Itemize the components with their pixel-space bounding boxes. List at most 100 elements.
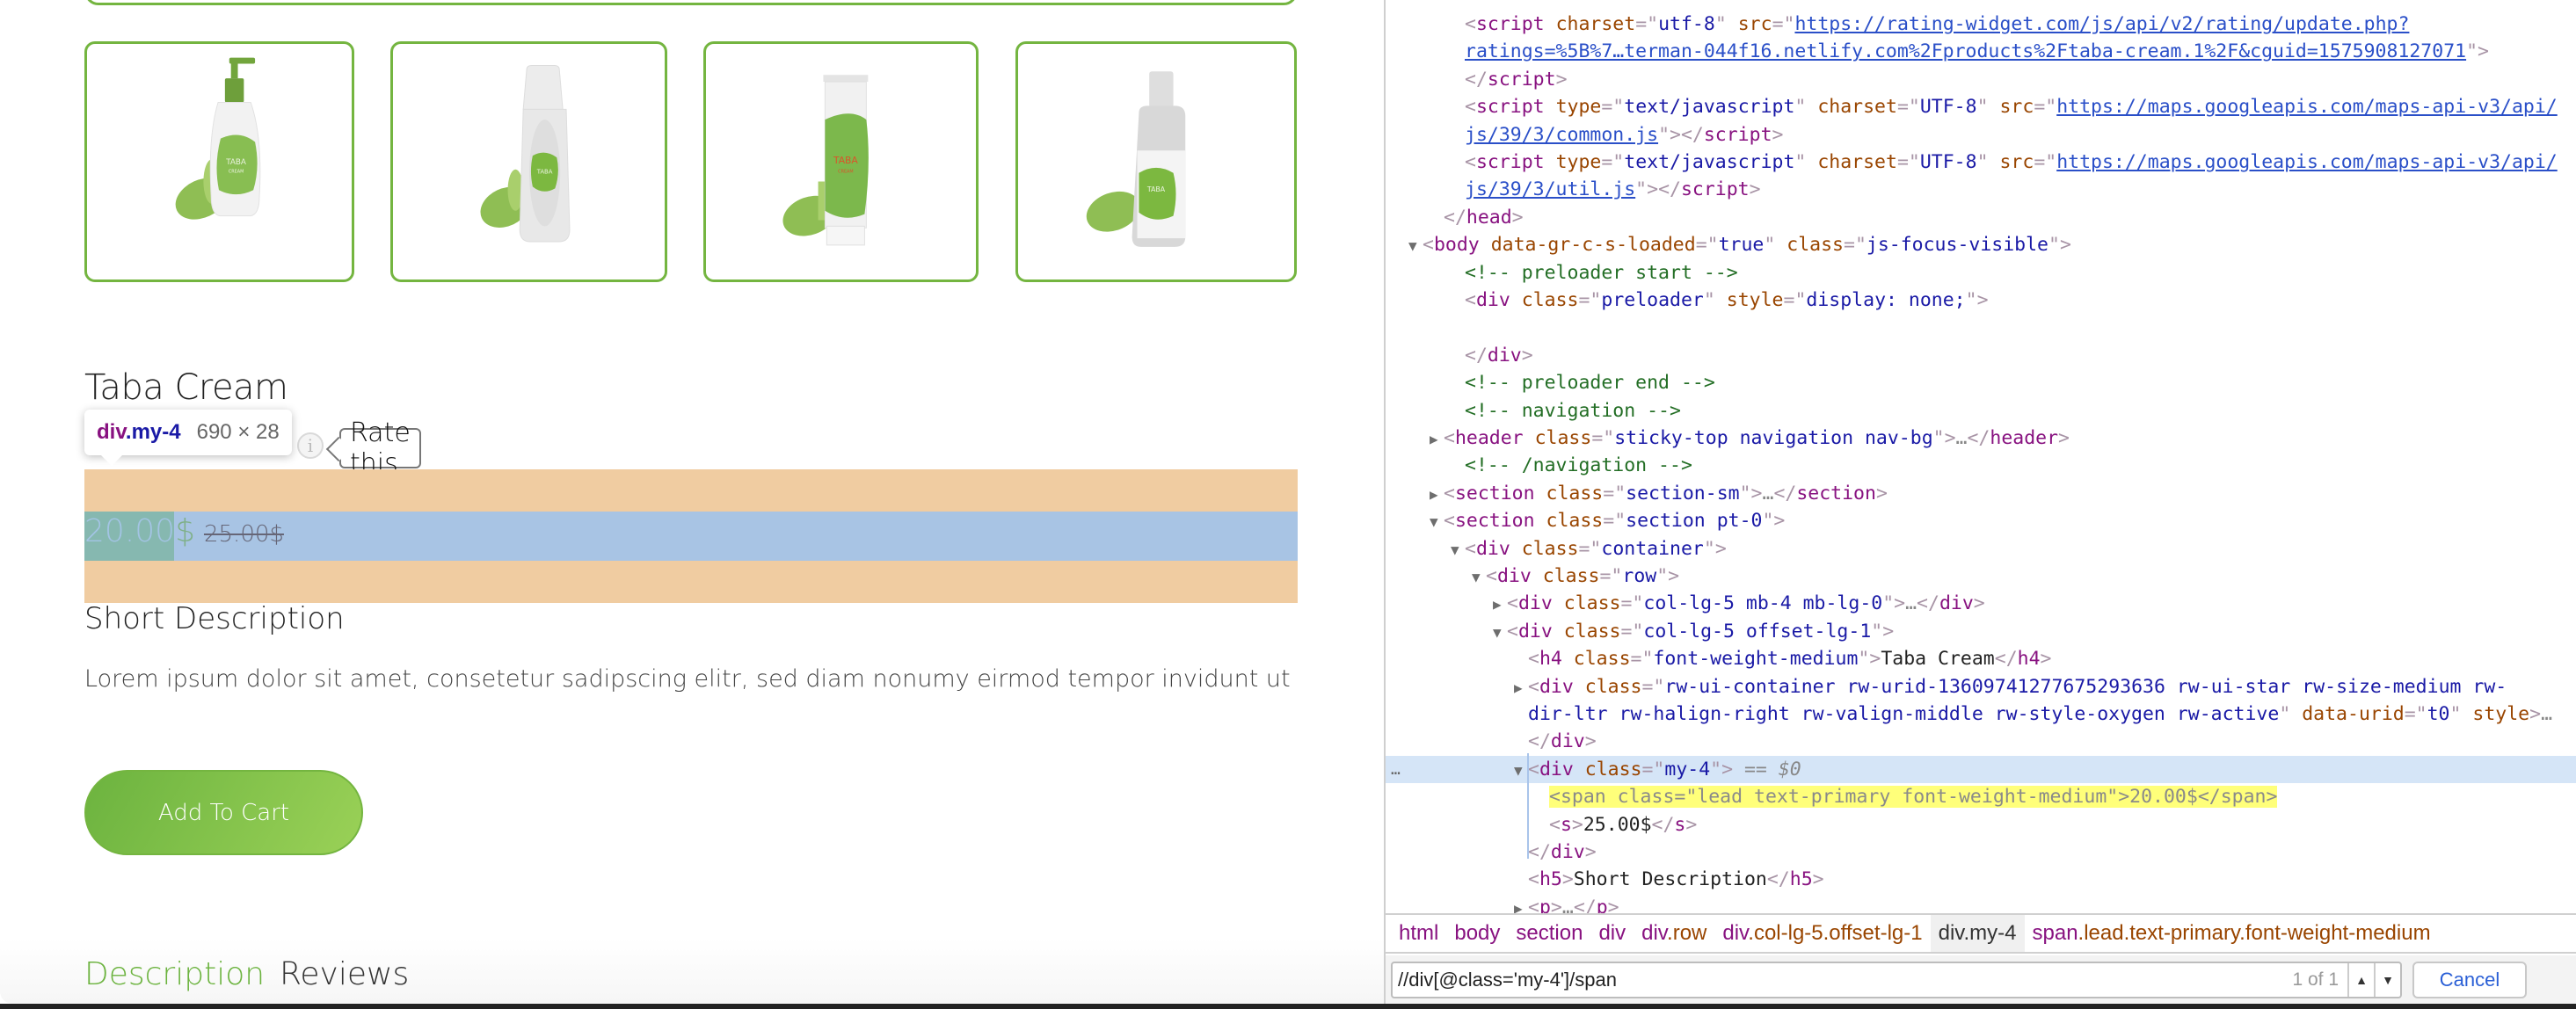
dom-node-line[interactable]: <h5>Short Description</h5> xyxy=(1386,866,2576,893)
dom-link[interactable]: https://maps.googleapis.com/maps-api-v3/… xyxy=(2056,151,2558,173)
dom-node-line[interactable]: <!-- navigation --> xyxy=(1386,397,2576,425)
dom-link[interactable]: js/39/3/util.js xyxy=(1465,178,1635,200)
dom-token: =" xyxy=(1601,96,1625,119)
dom-node-line[interactable]: ▼ <div class="col-lg-5 offset-lg-1"> xyxy=(1386,618,2576,645)
expand-triangle-closed-icon[interactable]: ▶ xyxy=(1493,591,1507,617)
dom-node-line[interactable]: ▼ <body data-gr-c-s-loaded="true" class="… xyxy=(1386,231,2576,258)
dom-token xyxy=(1545,151,1556,173)
xpath-search-input[interactable] xyxy=(1393,962,2293,997)
breadcrumb-item[interactable]: section xyxy=(1508,915,1590,952)
breadcrumb-item[interactable]: div xyxy=(1590,915,1634,952)
expand-triangle-closed-icon[interactable]: ▶ xyxy=(1430,481,1444,507)
dom-token: < xyxy=(1465,13,1476,35)
dom-token: " xyxy=(2449,703,2462,725)
dom-token xyxy=(1989,151,2000,173)
dom-node-line[interactable]: ▶ <div class="col-lg-5 mb-4 mb-lg-0">…</d… xyxy=(1386,590,2576,617)
thumbnail-clear-bottle[interactable]: TABA xyxy=(1015,41,1297,282)
dom-token: > xyxy=(1749,178,1761,201)
breadcrumb-item[interactable]: html xyxy=(1391,915,1446,952)
tab-description[interactable]: Description xyxy=(84,956,265,992)
breadcrumb-item[interactable]: span.lead.text-primary.font-weight-mediu… xyxy=(2025,915,2439,952)
thumbnail-pump-bottle[interactable]: TABA CREAM xyxy=(84,41,354,282)
dom-token xyxy=(1553,592,1564,614)
dom-token: class xyxy=(1563,592,1621,615)
dom-token: UTF-8 xyxy=(1919,96,1977,119)
dom-token: js-focus-visible xyxy=(1866,234,2048,257)
dom-node-line[interactable]: <script charset="utf-8" src="https://rat… xyxy=(1386,11,2576,38)
dom-node-line[interactable]: js/39/3/common.js"></script> xyxy=(1386,121,2576,149)
thumbnail-tube[interactable]: TABA CREAM xyxy=(703,41,979,282)
expand-triangle-open-icon[interactable]: ▼ xyxy=(1514,757,1528,783)
dom-token: my-4 xyxy=(1664,758,1711,780)
expand-triangle-open-icon[interactable]: ▼ xyxy=(1451,536,1465,563)
dom-token: class xyxy=(1521,289,1579,311)
dom-node-line[interactable] xyxy=(1386,314,2576,341)
dom-token: > xyxy=(1875,482,1888,505)
dom-token xyxy=(1545,13,1556,35)
cancel-search-button[interactable]: Cancel xyxy=(2412,961,2527,998)
breadcrumb-item[interactable]: div.my-4 xyxy=(1930,915,2025,952)
expand-triangle-closed-icon[interactable]: ▶ xyxy=(1514,674,1528,700)
dom-token: "> xyxy=(1656,565,1680,587)
dom-node-line[interactable]: <h4 class="font-weight-medium">Taba Crea… xyxy=(1386,645,2576,672)
expand-triangle-open-icon[interactable]: ▼ xyxy=(1493,619,1507,645)
dom-token: "> xyxy=(1710,758,1734,780)
thumbnail-tall-bottle[interactable]: TABA xyxy=(390,41,667,282)
dom-token: "> xyxy=(1858,648,1881,671)
tab-reviews[interactable]: Reviews xyxy=(280,956,409,992)
dom-node-line[interactable]: </div> xyxy=(1386,342,2576,369)
dom-node-line[interactable]: ▼ <div class="row"> xyxy=(1386,563,2576,590)
dom-token: < xyxy=(1444,482,1455,505)
node-actions-icon[interactable]: … xyxy=(1391,756,1401,783)
dom-link[interactable]: https://rating-widget.com/js/api/v2/rati… xyxy=(1794,13,2409,35)
inspect-class: .my-4 xyxy=(125,420,181,444)
breadcrumb-tag: html xyxy=(1399,921,1439,945)
svg-text:TABA: TABA xyxy=(833,155,858,166)
dom-link[interactable]: ratings=%5B%7…terman-044f16.netlify.com%… xyxy=(1465,40,2466,62)
dom-token: " xyxy=(1976,96,1989,119)
dom-node-line[interactable]: </div> xyxy=(1386,838,2576,866)
expand-triangle-closed-icon[interactable]: ▶ xyxy=(1430,425,1444,452)
next-match-button[interactable]: ▼ xyxy=(2374,962,2400,997)
dom-node-line[interactable]: <script type="text/javascript" charset="… xyxy=(1386,149,2576,176)
dom-token: class xyxy=(1521,537,1579,560)
dom-node-line[interactable]: ratings=%5B%7…terman-044f16.netlify.com%… xyxy=(1386,38,2576,65)
expand-triangle-open-icon[interactable]: ▼ xyxy=(1408,232,1423,258)
dom-node-line[interactable]: <s>25.00$</s> xyxy=(1386,811,2576,838)
dom-node-line[interactable]: <script type="text/javascript" charset="… xyxy=(1386,93,2576,120)
info-icon[interactable]: i xyxy=(297,432,324,459)
dom-node-line[interactable]: ▶ <header class="sticky-top navigation na… xyxy=(1386,425,2576,452)
dom-node-line[interactable]: <!-- preloader end --> xyxy=(1386,369,2576,396)
dom-token: </ xyxy=(1528,730,1551,753)
dom-node-line[interactable]: </head> xyxy=(1386,204,2576,231)
dom-node-line[interactable]: <!-- /navigation --> xyxy=(1386,452,2576,479)
previous-match-button[interactable]: ▲ xyxy=(2347,962,2374,997)
dom-node-line[interactable]: ▼ <section class="section pt-0"> xyxy=(1386,507,2576,534)
dom-node-line[interactable]: </div> xyxy=(1386,728,2576,755)
dom-node-line[interactable]: ▶ <div class="rw-ui-container rw-urid-136… xyxy=(1386,673,2576,700)
dom-node-line[interactable]: <span class="lead text-primary font-weig… xyxy=(1386,783,2576,810)
add-to-cart-button[interactable]: Add To Cart xyxy=(84,770,363,855)
dom-token: h5 xyxy=(1789,868,1813,891)
dom-node-line[interactable]: <!-- preloader start --> xyxy=(1386,259,2576,287)
breadcrumb-item[interactable]: div.col-lg-5.offset-lg-1 xyxy=(1714,915,1930,952)
dom-token xyxy=(1562,648,1574,670)
breadcrumb-item[interactable]: body xyxy=(1446,915,1508,952)
dom-token: charset xyxy=(1817,151,1897,173)
dom-token: class xyxy=(1573,648,1631,671)
dom-node-line[interactable]: js/39/3/util.js"></script> xyxy=(1386,176,2576,203)
dom-node-line[interactable]: … ▼ <div class="my-4"> == $0 xyxy=(1386,755,2576,783)
breadcrumb-item[interactable]: div.row xyxy=(1634,915,1714,952)
dom-node-line[interactable]: ▶ <section class="section-sm">…</section> xyxy=(1386,480,2576,507)
dom-node-line[interactable]: </script> xyxy=(1386,66,2576,93)
dom-token: <!-- navigation --> xyxy=(1465,399,1681,422)
dom-node-line[interactable]: dir-ltr rw-halign-right rw-valign-middle… xyxy=(1386,700,2576,728)
expand-triangle-open-icon[interactable]: ▼ xyxy=(1472,563,1486,590)
dom-node-line[interactable]: ▼ <div class="container"> xyxy=(1386,535,2576,563)
dom-token: "> xyxy=(1762,510,1786,533)
dom-link[interactable]: https://maps.googleapis.com/maps-api-v3/… xyxy=(2056,96,2558,118)
dom-token: div xyxy=(1539,675,1574,698)
expand-triangle-open-icon[interactable]: ▼ xyxy=(1430,508,1444,534)
dom-node-line[interactable]: <div class="preloader" style="display: n… xyxy=(1386,287,2576,314)
dom-link[interactable]: js/39/3/common.js xyxy=(1465,124,1658,146)
